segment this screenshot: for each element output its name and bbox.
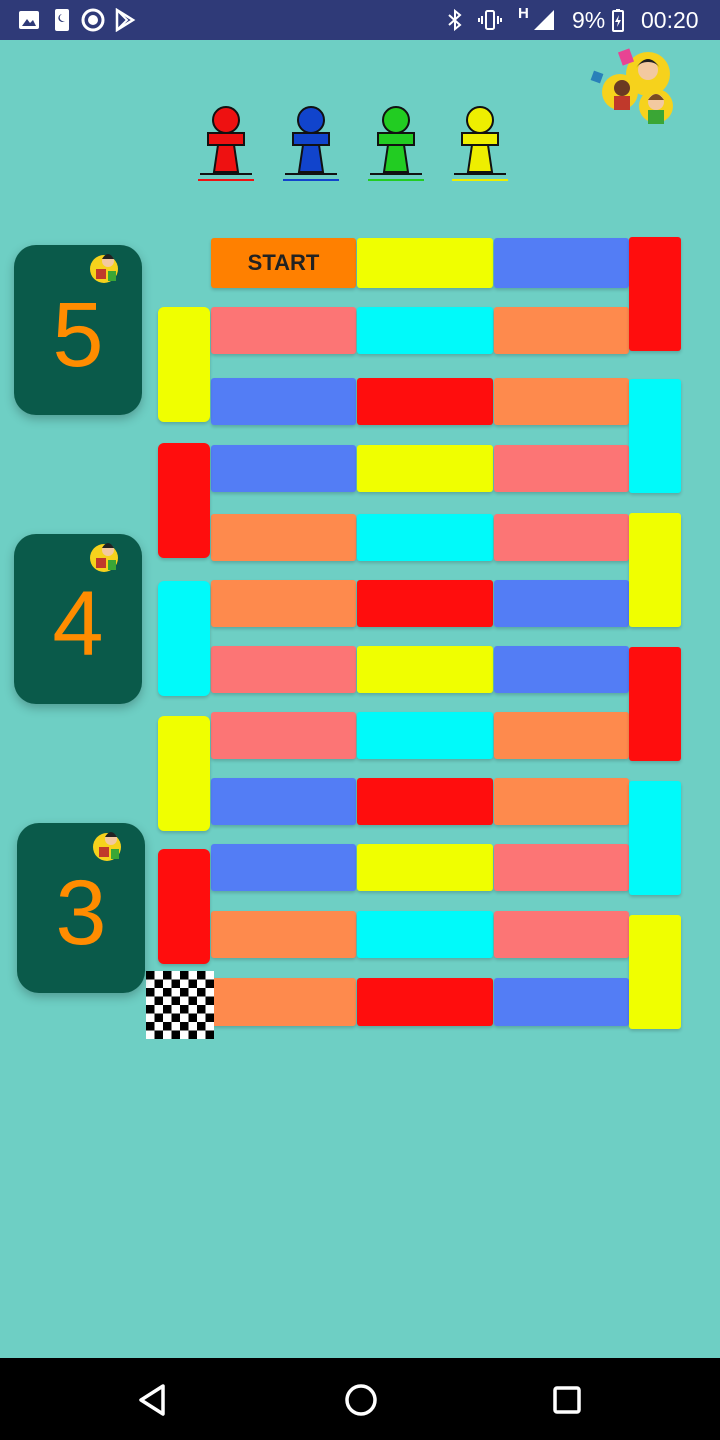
kids-logo-icon bbox=[590, 48, 673, 124]
board-tile-yellow bbox=[357, 844, 493, 891]
board-tile-cyan bbox=[357, 307, 493, 354]
dice-card-3[interactable]: 3 bbox=[17, 823, 145, 993]
red-pawn-icon[interactable] bbox=[196, 104, 256, 182]
board-tile-orange bbox=[494, 712, 629, 759]
vibrate-icon bbox=[478, 10, 502, 30]
board-tile-pink bbox=[494, 514, 629, 561]
board-tile-red bbox=[357, 580, 493, 627]
board-tile-cyan bbox=[629, 379, 681, 493]
board-tile-red bbox=[357, 778, 493, 825]
board-tile-blue bbox=[211, 778, 356, 825]
board-tile-pink bbox=[211, 307, 356, 354]
board-tile-orange bbox=[211, 978, 356, 1026]
card-value: 4 bbox=[52, 573, 104, 675]
status-bar: H 9% 00:20 bbox=[0, 0, 720, 40]
board-tile-red bbox=[629, 647, 681, 761]
board-tile-pink bbox=[494, 844, 629, 891]
back-icon[interactable] bbox=[131, 1378, 175, 1422]
gallery-icon bbox=[19, 11, 39, 29]
board-tile-pink bbox=[211, 646, 356, 693]
board-tile-red bbox=[158, 849, 210, 964]
board-tile-yellow bbox=[158, 307, 210, 422]
board-tile-red bbox=[357, 378, 493, 425]
blue-pawn-icon[interactable] bbox=[281, 104, 341, 182]
recents-icon[interactable] bbox=[545, 1378, 589, 1422]
board-tile-pink bbox=[494, 445, 629, 492]
bluetooth-icon bbox=[448, 8, 462, 32]
board-tile-pink bbox=[494, 911, 629, 958]
card-value: 5 bbox=[52, 284, 104, 386]
navigation-bar bbox=[0, 1358, 720, 1440]
board-tile-blue bbox=[211, 844, 356, 891]
kids-logo-icon bbox=[93, 832, 121, 861]
board-tile-cyan bbox=[357, 911, 493, 958]
signal-icon bbox=[534, 10, 554, 30]
play-store-icon bbox=[115, 8, 136, 32]
board-tile-red bbox=[629, 237, 681, 351]
yellow-pawn-icon[interactable] bbox=[450, 104, 510, 182]
start-tile: START bbox=[211, 238, 356, 288]
board-tile-blue bbox=[211, 445, 356, 492]
board-tile-yellow bbox=[158, 716, 210, 831]
board-tile-orange bbox=[211, 580, 356, 627]
board-tile-blue bbox=[494, 238, 629, 288]
board-tile-cyan bbox=[357, 712, 493, 759]
board-tile-cyan bbox=[357, 514, 493, 561]
board-tile-yellow bbox=[629, 915, 681, 1029]
board-tile-blue bbox=[494, 646, 629, 693]
clock: 00:20 bbox=[641, 7, 699, 33]
board-tile-red bbox=[357, 978, 493, 1026]
board-tile-yellow bbox=[357, 445, 493, 492]
kids-logo-icon bbox=[90, 543, 118, 572]
dice-card-4[interactable]: 4 bbox=[14, 534, 142, 704]
sync-icon bbox=[81, 8, 105, 32]
board-tile-cyan bbox=[629, 781, 681, 895]
phone-icon bbox=[55, 9, 69, 31]
board-tile-yellow bbox=[357, 238, 493, 288]
board-tile-yellow bbox=[629, 513, 681, 627]
card-value: 3 bbox=[55, 862, 107, 964]
board-tile-orange bbox=[494, 307, 629, 354]
finish-flag-icon bbox=[146, 971, 214, 1039]
board-tile-orange bbox=[211, 911, 356, 958]
board-tile-yellow bbox=[357, 646, 493, 693]
board-tile-orange bbox=[211, 514, 356, 561]
home-icon[interactable] bbox=[339, 1378, 383, 1422]
dice-card-5[interactable]: 5 bbox=[14, 245, 142, 415]
board-tile-pink bbox=[211, 712, 356, 759]
start-label: START bbox=[247, 250, 320, 275]
board-tile-cyan bbox=[158, 581, 210, 696]
board-tile-blue bbox=[211, 378, 356, 425]
board-tile-orange bbox=[494, 778, 629, 825]
board-tile-orange bbox=[494, 378, 629, 425]
board-tile-blue bbox=[494, 978, 629, 1026]
network-type: H bbox=[518, 5, 529, 22]
battery-icon bbox=[612, 9, 624, 32]
board-tile-blue bbox=[494, 580, 629, 627]
battery-percent: 9% bbox=[572, 7, 606, 33]
board-tile-red bbox=[158, 443, 210, 558]
kids-logo-icon bbox=[90, 254, 118, 283]
green-pawn-icon[interactable] bbox=[366, 104, 426, 182]
